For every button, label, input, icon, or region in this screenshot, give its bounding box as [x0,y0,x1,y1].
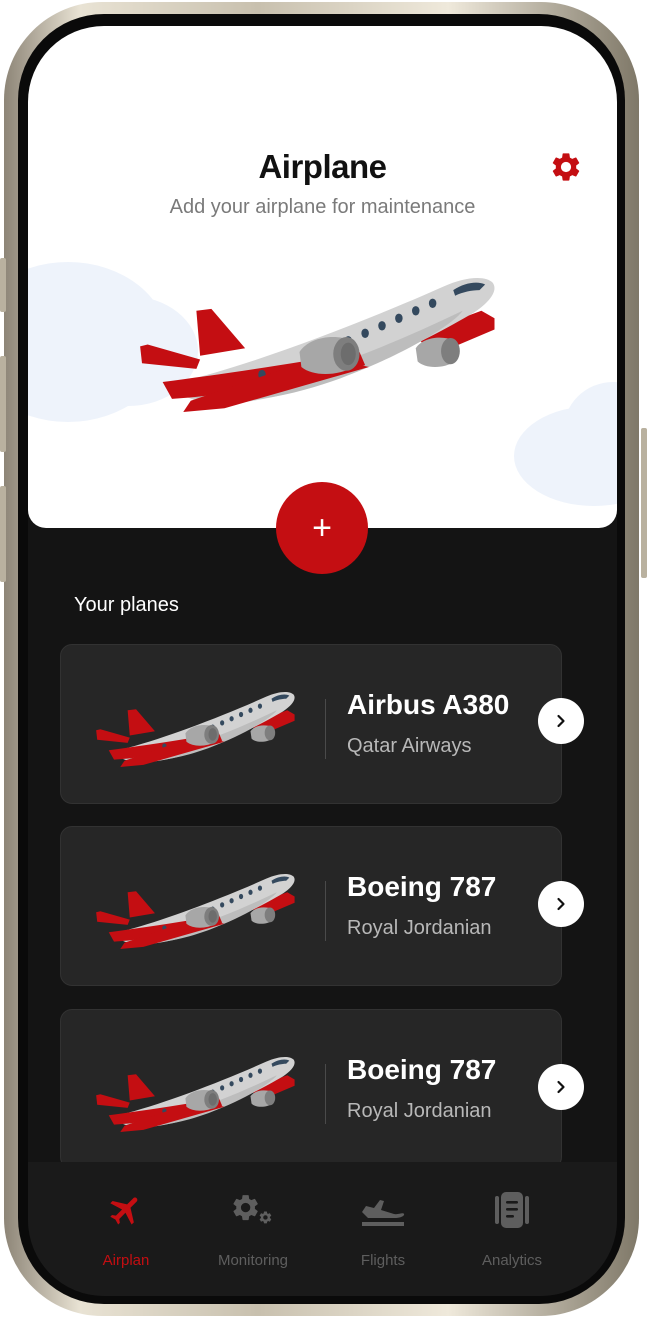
airline-name: Qatar Airways [347,735,472,757]
nav-item-analytics[interactable]: Analytics [447,1190,577,1269]
nav-label: Flights [360,1252,406,1269]
chevron-right-icon [557,897,565,911]
card-divider [325,699,326,759]
bottom-navigation: Airplan Monitoring Flights Analytics [28,1162,617,1296]
open-plane-button[interactable] [538,1064,584,1110]
nav-label: Monitoring [217,1252,289,1269]
airline-name: Royal Jordanian [347,917,492,939]
mute-switch [0,258,6,312]
plane-name: Airbus A380 [347,689,510,720]
nav-label: Airplan [102,1252,150,1269]
open-plane-button[interactable] [538,881,584,927]
plane-card[interactable]: Airbus A380 Qatar Airways [60,644,562,804]
power-button [641,428,647,578]
airplane-thumbnail [89,865,307,949]
departure-icon [362,1200,405,1226]
chevron-right-icon [557,714,565,728]
nav-label: Analytics [481,1252,543,1269]
airline-name: Royal Jordanian [347,1100,492,1122]
card-divider [325,1064,326,1124]
plane-name: Boeing 787 [347,871,497,902]
document-icon [495,1192,529,1228]
page-subtitle: Add your airplane for maintenance [169,196,476,218]
volume-down-button [0,486,6,582]
nav-item-monitoring[interactable]: Monitoring [188,1190,318,1269]
page-title: Airplane [258,148,387,185]
gear-icon [552,153,580,181]
header-card: Airplane Add your airplane for maintenan… [28,26,617,528]
nav-item-flights[interactable]: Flights [318,1190,448,1269]
settings-button[interactable] [549,150,583,184]
airplane-thumbnail [89,1048,307,1132]
chevron-right-icon [557,1080,565,1094]
section-title: Your planes [74,594,179,616]
hero-airplane-illustration [126,262,518,412]
app-screen: Airplane Add your airplane for maintenan… [28,26,617,1296]
open-plane-button[interactable] [538,698,584,744]
plane-name: Boeing 787 [347,1054,497,1085]
add-airplane-button[interactable]: + [276,482,368,574]
nav-item-airplan[interactable]: Airplan [61,1190,191,1269]
plane-card[interactable]: Boeing 787 Royal Jordanian [60,1009,562,1169]
volume-up-button [0,356,6,452]
plane-card[interactable]: Boeing 787 Royal Jordanian [60,826,562,986]
airplane-icon [110,1197,138,1225]
airplane-thumbnail [89,683,307,767]
gears-icon [233,1195,272,1224]
card-divider [325,881,326,941]
